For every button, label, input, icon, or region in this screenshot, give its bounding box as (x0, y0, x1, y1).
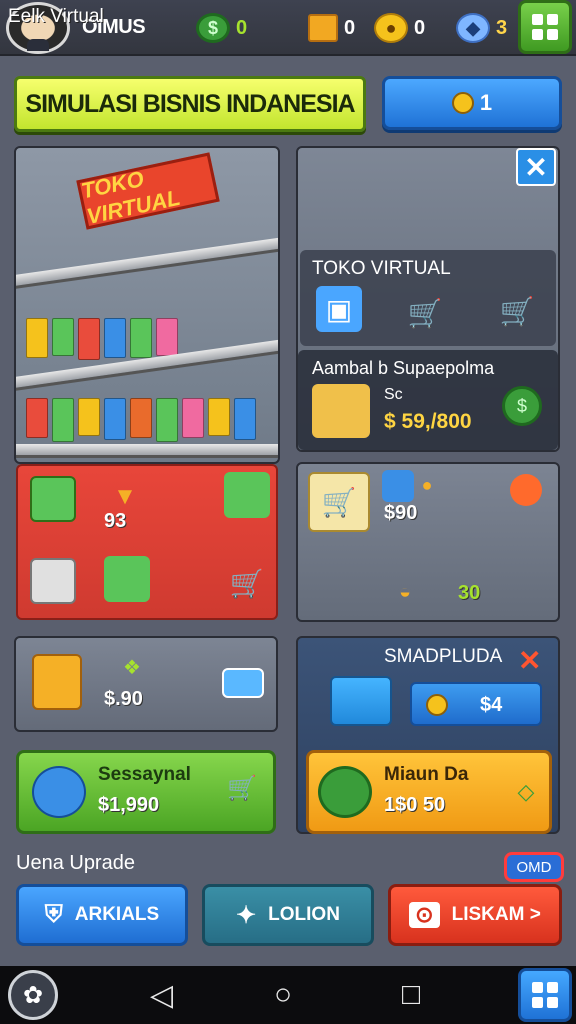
lolion-button[interactable]: ✦ LOLION (202, 884, 374, 946)
product-row (26, 318, 178, 360)
home-icon[interactable]: ○ (274, 978, 292, 1012)
menu-grid-button[interactable] (518, 0, 572, 54)
orange-card-title: Miaun Da (384, 764, 469, 785)
green-card-title: Sessaynal (98, 764, 191, 785)
level-button[interactable]: 1 (382, 76, 562, 130)
upgrade-panel-title: SMADPLUDA (384, 646, 503, 667)
tag-icon: ⊙ (409, 902, 440, 928)
box-icon (308, 14, 338, 42)
liskam-label: LISKAM > (451, 904, 541, 925)
green-card-value: $1,990 (98, 794, 160, 816)
wrench-icon: ✦ (236, 901, 257, 929)
arkials-label: ARKIALS (74, 904, 160, 925)
item-subtitle: Sc (384, 386, 403, 403)
liskam-button[interactable]: ⊙ LISKAM > (388, 884, 562, 946)
game-title-banner: SIMULASI BISNIS INDANESIA (14, 76, 366, 132)
coin-stack-icon: ● (374, 13, 408, 43)
bowl-icon: ◒ (398, 580, 412, 603)
cart-icon[interactable]: 🛒 (402, 290, 448, 336)
ticket-icon[interactable] (222, 668, 264, 698)
app-logo-icon[interactable]: ✿ (8, 970, 58, 1020)
gem-value: 3 (496, 16, 508, 39)
crate-icon[interactable] (30, 558, 76, 604)
store-label: Eelk Virtual (8, 6, 104, 27)
bag-icon[interactable]: ▣ (316, 286, 362, 332)
cart-icon: 🛒 (227, 774, 257, 802)
diamond-icon: ◇ (517, 779, 535, 804)
cash-icon: $ (196, 13, 230, 43)
back-icon[interactable]: ◁ (150, 978, 173, 1013)
cart-icon[interactable]: 🛒 (494, 288, 540, 334)
basket-icon (32, 766, 86, 818)
cart-icon[interactable]: 🛒 (224, 560, 270, 606)
cart-icon[interactable] (30, 476, 76, 522)
level-value: 1 (479, 90, 493, 115)
upgrade-label: Uena Uprade (16, 852, 135, 874)
upgrade-cost-value: $4 (480, 694, 503, 716)
gem-icon: ◆ (456, 13, 490, 43)
grey-panel-count: 30 (458, 582, 481, 604)
cash-icon[interactable]: $ (502, 386, 542, 426)
cash-counter: $ 0 (196, 12, 247, 44)
item-title: Aambal b Supaepolma (312, 358, 495, 378)
close-icon[interactable]: ✕ (516, 148, 556, 186)
shelf (16, 237, 278, 289)
upgrade-cost-button[interactable]: $4 (410, 682, 542, 726)
virtual-store-title: TOKO VIRTUAL (312, 258, 451, 279)
box-icon (32, 654, 82, 710)
coin-value: 0 (414, 16, 426, 39)
cart-icon[interactable] (104, 556, 150, 602)
box-icon[interactable] (224, 472, 270, 518)
menu-grid-button[interactable] (518, 968, 572, 1022)
lolion-label: LOLION (268, 904, 340, 925)
shield-icon: ⛨ (44, 901, 63, 928)
coin-icon: ● (421, 474, 433, 495)
tomato-icon[interactable] (510, 474, 542, 506)
more-button[interactable]: OMD (504, 852, 564, 882)
box-value: 0 (344, 16, 356, 39)
basket-icon (382, 470, 414, 502)
close-icon[interactable]: ✕ (518, 644, 541, 677)
clock-icon (318, 766, 372, 818)
shelf (16, 444, 278, 458)
coin-icon (451, 92, 474, 114)
crate-icon (312, 384, 370, 438)
gem-counter: ◆ 3 (456, 12, 507, 44)
coin-counter: ● 0 (374, 12, 425, 44)
grey-panel-price: $90 (384, 502, 418, 524)
box-counter: 0 (308, 12, 355, 44)
arkials-button[interactable]: ⛨ ARKIALS (16, 884, 188, 946)
orange-card-value: 1$0 50 (384, 794, 446, 816)
item-price: $ 59,/800 (384, 410, 472, 433)
product-row (26, 398, 256, 442)
suitcase-icon[interactable] (330, 676, 392, 726)
cash-value: 0 (236, 16, 248, 39)
slot-price: $.90 (104, 688, 143, 710)
red-panel-value: 93 (104, 510, 127, 532)
cart-icon[interactable]: 🛒 (308, 472, 370, 532)
coin-icon (426, 694, 448, 716)
coins-icon: ❖ (123, 656, 141, 679)
recent-apps-icon[interactable]: □ (402, 978, 420, 1012)
